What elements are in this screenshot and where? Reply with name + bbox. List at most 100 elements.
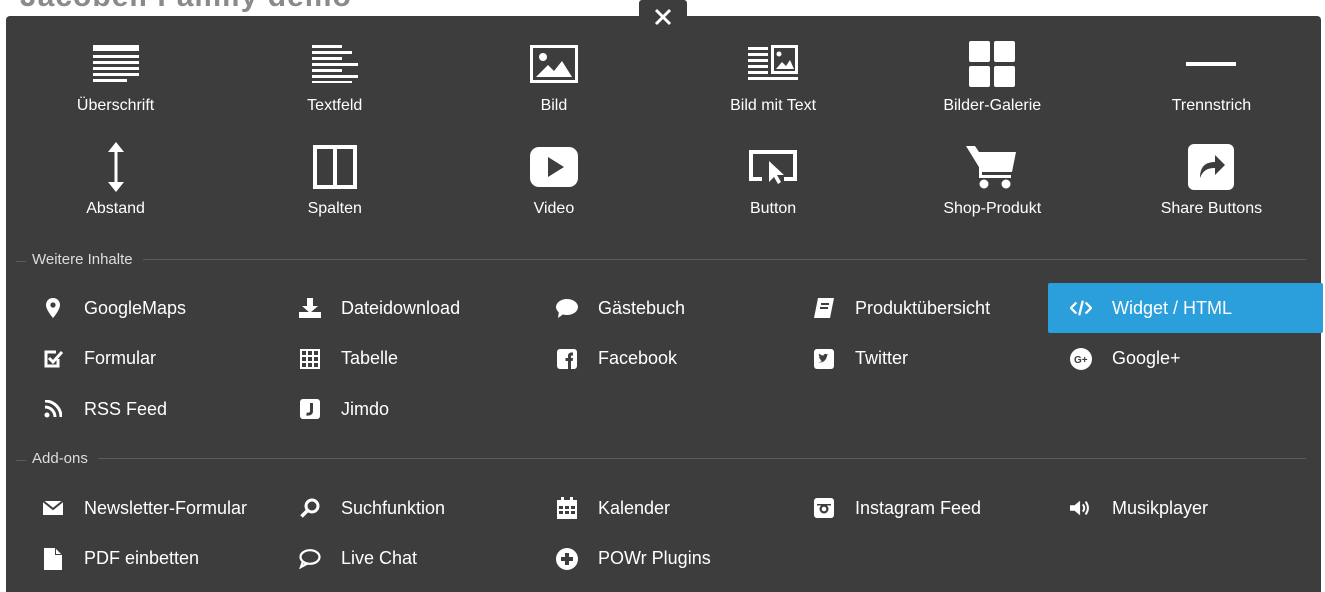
- section-add-ons: Add-ons: [16, 448, 1306, 468]
- video-icon: [528, 143, 580, 191]
- item-label: Suchfunktion: [341, 497, 446, 518]
- tile-label: Button: [749, 200, 797, 217]
- map-pin-icon: [42, 297, 64, 319]
- rss-icon: [42, 398, 64, 420]
- section-title: Weitere Inhalte: [16, 251, 143, 268]
- item-label: RSS Feed: [84, 398, 168, 419]
- table-icon: [299, 348, 321, 370]
- cart-icon: [966, 143, 1018, 191]
- heading-icon: [90, 40, 142, 88]
- item-label: Widget / HTML: [1112, 297, 1233, 318]
- weitere-inhalte-list: GoogleMaps Dateidownload Gästebuch Produ…: [37, 283, 1323, 435]
- search-icon: [299, 497, 321, 519]
- tile-button[interactable]: Button: [664, 143, 883, 246]
- tile-label: Share Buttons: [1160, 200, 1263, 217]
- item-powr-plugins[interactable]: POWr Plugins: [551, 534, 808, 584]
- item-gaestebuch[interactable]: Gästebuch: [551, 283, 808, 333]
- comment-icon: [556, 297, 578, 319]
- tile-bild-mit-text[interactable]: Bild mit Text: [664, 40, 883, 143]
- columns-icon: [309, 143, 361, 191]
- item-label: Google+: [1112, 348, 1181, 368]
- tile-abstand[interactable]: Abstand: [6, 142, 225, 246]
- envelope-icon: [42, 497, 64, 519]
- item-dateidownload[interactable]: Dateidownload: [294, 283, 551, 333]
- tile-share-buttons[interactable]: Share Buttons: [1102, 143, 1321, 246]
- code-icon: [1070, 297, 1092, 319]
- spacing-icon: [90, 142, 142, 192]
- google-plus-icon: G+: [1070, 347, 1092, 370]
- text-icon: [309, 40, 361, 88]
- speaker-icon: [1070, 497, 1092, 519]
- item-label: Live Chat: [341, 548, 418, 568]
- section-divider: [97, 457, 1306, 459]
- plus-circle-icon: [556, 547, 578, 570]
- item-pdf-einbetten[interactable]: PDF einbetten: [37, 534, 294, 584]
- tile-trennstrich[interactable]: Trennstrich: [1102, 40, 1321, 143]
- item-label: GoogleMaps: [84, 297, 187, 318]
- item-kalender[interactable]: Kalender: [551, 483, 808, 533]
- tile-label: Video: [533, 200, 575, 217]
- item-newsletter-formular[interactable]: Newsletter-Formular: [37, 483, 294, 533]
- instagram-icon: [813, 497, 835, 519]
- chat-icon: [299, 548, 321, 570]
- tile-bild[interactable]: Bild: [444, 40, 663, 143]
- item-suchfunktion[interactable]: Suchfunktion: [294, 483, 551, 533]
- tile-textfeld[interactable]: Textfeld: [225, 40, 444, 143]
- svg-text:G+: G+: [1074, 355, 1088, 366]
- facebook-icon: [556, 348, 578, 370]
- jimdo-icon: [299, 398, 321, 420]
- tile-ueberschrift[interactable]: Überschrift: [6, 40, 225, 143]
- item-label: Tabelle: [341, 348, 399, 368]
- section-weitere-inhalte: Weitere Inhalte: [16, 249, 1306, 269]
- item-twitter[interactable]: Twitter: [808, 334, 1065, 384]
- section-divider: [142, 258, 1306, 260]
- tile-label: Bilder-Galerie: [943, 97, 1042, 114]
- product-list-icon: [813, 297, 835, 319]
- add-element-panel: Überschrift Textfeld Bild Bild mit Text …: [6, 16, 1323, 592]
- tile-bilder-galerie[interactable]: Bilder-Galerie: [883, 40, 1102, 143]
- tile-label: Shop-Produkt: [943, 200, 1042, 217]
- item-jimdo[interactable]: Jimdo: [294, 384, 551, 434]
- add-ons-list: Newsletter-Formular Suchfunktion Kalende…: [37, 483, 1310, 584]
- item-produktuebersicht[interactable]: Produktübersicht: [808, 283, 1065, 333]
- pdf-icon: [42, 547, 64, 570]
- tile-spalten[interactable]: Spalten: [225, 143, 444, 246]
- tile-shop-produkt[interactable]: Shop-Produkt: [883, 143, 1102, 246]
- twitter-icon: [813, 348, 835, 370]
- section-title: Add-ons: [16, 450, 98, 467]
- gallery-icon: [966, 40, 1018, 88]
- image-text-icon: [747, 40, 799, 88]
- item-label: PDF einbetten: [84, 548, 200, 568]
- item-label: Musikplayer: [1112, 497, 1209, 518]
- tile-label: Bild mit Text: [730, 97, 817, 114]
- tile-label: Überschrift: [76, 97, 155, 114]
- calendar-icon: [556, 497, 578, 519]
- item-widget-html[interactable]: Widget / HTML: [1048, 283, 1323, 333]
- tile-label: Spalten: [307, 200, 362, 217]
- item-googlemaps[interactable]: GoogleMaps: [37, 283, 294, 333]
- item-label: Formular: [84, 348, 157, 368]
- close-icon: [654, 8, 672, 26]
- item-label: Facebook: [598, 348, 678, 368]
- item-live-chat[interactable]: Live Chat: [294, 534, 551, 584]
- item-facebook[interactable]: Facebook: [551, 334, 808, 384]
- item-label: Dateidownload: [341, 297, 461, 318]
- item-label: POWr Plugins: [598, 548, 711, 568]
- item-tabelle[interactable]: Tabelle: [294, 334, 551, 384]
- item-rss-feed[interactable]: RSS Feed: [37, 384, 294, 434]
- item-instagram-feed[interactable]: Instagram Feed: [808, 483, 1065, 533]
- download-icon: [299, 297, 321, 319]
- tile-video[interactable]: Video: [444, 143, 663, 246]
- image-icon: [528, 40, 580, 88]
- item-musikplayer[interactable]: Musikplayer: [1065, 483, 1323, 533]
- item-label: Gästebuch: [598, 297, 686, 318]
- item-label: Twitter: [855, 348, 909, 368]
- tile-label: Trennstrich: [1171, 97, 1252, 114]
- item-formular[interactable]: Formular: [37, 334, 294, 384]
- tile-label: Textfeld: [307, 97, 363, 114]
- item-label: Produktübersicht: [855, 297, 991, 318]
- page-heading: Jacobell Family demo: [20, 0, 352, 13]
- item-label: Jimdo: [341, 398, 390, 419]
- item-google-plus[interactable]: G+ Google+: [1065, 334, 1323, 384]
- close-button[interactable]: [639, 0, 687, 34]
